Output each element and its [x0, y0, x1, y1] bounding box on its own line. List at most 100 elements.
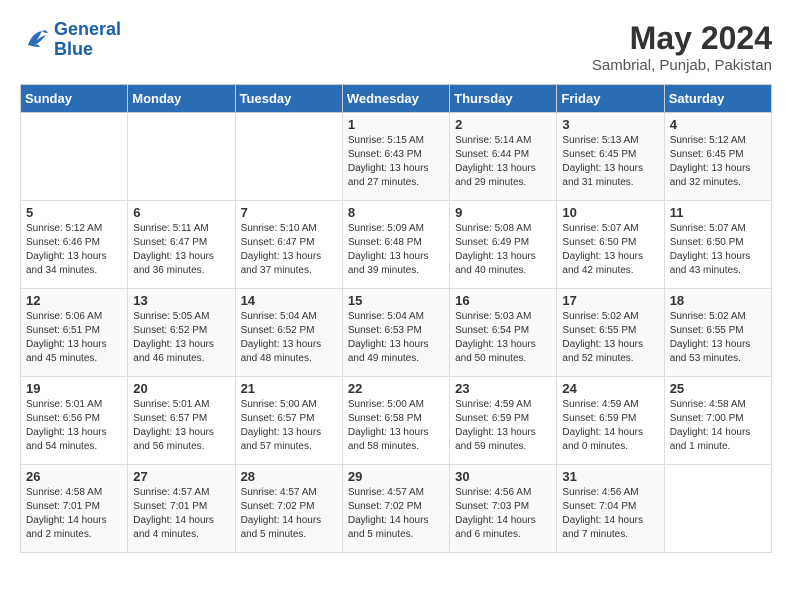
- logo: General Blue: [20, 20, 121, 60]
- day-detail: Sunrise: 5:15 AM Sunset: 6:43 PM Dayligh…: [348, 134, 444, 190]
- calendar-cell: 5 Sunrise: 5:12 AM Sunset: 6:46 PM Daylig…: [21, 201, 128, 289]
- day-number: 13: [133, 293, 229, 308]
- day-detail: Sunrise: 5:10 AM Sunset: 6:47 PM Dayligh…: [241, 222, 337, 278]
- day-number: 2: [455, 117, 551, 132]
- day-number: 3: [562, 117, 658, 132]
- day-detail: Sunrise: 5:14 AM Sunset: 6:44 PM Dayligh…: [455, 134, 551, 190]
- day-number: 31: [562, 469, 658, 484]
- day-detail: Sunrise: 5:12 AM Sunset: 6:46 PM Dayligh…: [26, 222, 122, 278]
- day-number: 19: [26, 381, 122, 396]
- day-detail: Sunrise: 5:04 AM Sunset: 6:53 PM Dayligh…: [348, 310, 444, 366]
- logo-text: General Blue: [54, 20, 121, 60]
- calendar-week-row: 19 Sunrise: 5:01 AM Sunset: 6:56 PM Dayli…: [21, 377, 772, 465]
- day-detail: Sunrise: 4:59 AM Sunset: 6:59 PM Dayligh…: [455, 398, 551, 454]
- day-header-sunday: Sunday: [21, 85, 128, 113]
- calendar-cell: 31 Sunrise: 4:56 AM Sunset: 7:04 PM Dayli…: [557, 465, 664, 553]
- day-number: 21: [241, 381, 337, 396]
- calendar-body: 1 Sunrise: 5:15 AM Sunset: 6:43 PM Daylig…: [21, 113, 772, 553]
- calendar-table: SundayMondayTuesdayWednesdayThursdayFrid…: [20, 84, 772, 553]
- day-detail: Sunrise: 4:56 AM Sunset: 7:03 PM Dayligh…: [455, 486, 551, 542]
- calendar-cell: 1 Sunrise: 5:15 AM Sunset: 6:43 PM Daylig…: [342, 113, 449, 201]
- calendar-cell: [128, 113, 235, 201]
- day-detail: Sunrise: 5:00 AM Sunset: 6:58 PM Dayligh…: [348, 398, 444, 454]
- day-detail: Sunrise: 5:08 AM Sunset: 6:49 PM Dayligh…: [455, 222, 551, 278]
- day-number: 8: [348, 205, 444, 220]
- day-header-tuesday: Tuesday: [235, 85, 342, 113]
- title-block: May 2024 Sambrial, Punjab, Pakistan: [592, 20, 772, 74]
- day-number: 28: [241, 469, 337, 484]
- day-detail: Sunrise: 5:01 AM Sunset: 6:56 PM Dayligh…: [26, 398, 122, 454]
- day-header-thursday: Thursday: [450, 85, 557, 113]
- location-subtitle: Sambrial, Punjab, Pakistan: [592, 57, 772, 74]
- day-detail: Sunrise: 4:58 AM Sunset: 7:01 PM Dayligh…: [26, 486, 122, 542]
- day-detail: Sunrise: 5:01 AM Sunset: 6:57 PM Dayligh…: [133, 398, 229, 454]
- calendar-cell: 26Sunrise: 4:58 AM Sunset: 7:01 PM Dayli…: [21, 465, 128, 553]
- calendar-cell: 15 Sunrise: 5:04 AM Sunset: 6:53 PM Dayli…: [342, 289, 449, 377]
- day-detail: Sunrise: 5:02 AM Sunset: 6:55 PM Dayligh…: [670, 310, 766, 366]
- day-header-monday: Monday: [128, 85, 235, 113]
- calendar-cell: 20 Sunrise: 5:01 AM Sunset: 6:57 PM Dayli…: [128, 377, 235, 465]
- day-number: 11: [670, 205, 766, 220]
- day-detail: Sunrise: 5:07 AM Sunset: 6:50 PM Dayligh…: [670, 222, 766, 278]
- day-detail: Sunrise: 4:58 AM Sunset: 7:00 PM Dayligh…: [670, 398, 766, 454]
- day-number: 4: [670, 117, 766, 132]
- day-number: 15: [348, 293, 444, 308]
- calendar-cell: 4Sunrise: 5:12 AM Sunset: 6:45 PM Daylig…: [664, 113, 771, 201]
- calendar-cell: 8 Sunrise: 5:09 AM Sunset: 6:48 PM Daylig…: [342, 201, 449, 289]
- calendar-cell: 3 Sunrise: 5:13 AM Sunset: 6:45 PM Daylig…: [557, 113, 664, 201]
- day-number: 18: [670, 293, 766, 308]
- day-number: 1: [348, 117, 444, 132]
- calendar-cell: 12 Sunrise: 5:06 AM Sunset: 6:51 PM Dayli…: [21, 289, 128, 377]
- day-number: 23: [455, 381, 551, 396]
- calendar-cell: 10 Sunrise: 5:07 AM Sunset: 6:50 PM Dayli…: [557, 201, 664, 289]
- day-detail: Sunrise: 4:57 AM Sunset: 7:02 PM Dayligh…: [241, 486, 337, 542]
- calendar-cell: 29Sunrise: 4:57 AM Sunset: 7:02 PM Dayli…: [342, 465, 449, 553]
- day-header-friday: Friday: [557, 85, 664, 113]
- day-detail: Sunrise: 4:57 AM Sunset: 7:01 PM Dayligh…: [133, 486, 229, 542]
- day-header-saturday: Saturday: [664, 85, 771, 113]
- calendar-cell: 13 Sunrise: 5:05 AM Sunset: 6:52 PM Dayli…: [128, 289, 235, 377]
- calendar-cell: 24 Sunrise: 4:59 AM Sunset: 6:59 PM Dayli…: [557, 377, 664, 465]
- calendar-cell: 6Sunrise: 5:11 AM Sunset: 6:47 PM Daylig…: [128, 201, 235, 289]
- day-number: 22: [348, 381, 444, 396]
- calendar-cell: 16Sunrise: 5:03 AM Sunset: 6:54 PM Dayli…: [450, 289, 557, 377]
- calendar-cell: 11 Sunrise: 5:07 AM Sunset: 6:50 PM Dayli…: [664, 201, 771, 289]
- calendar-cell: 14Sunrise: 5:04 AM Sunset: 6:52 PM Dayli…: [235, 289, 342, 377]
- day-detail: Sunrise: 5:00 AM Sunset: 6:57 PM Dayligh…: [241, 398, 337, 454]
- day-detail: Sunrise: 4:59 AM Sunset: 6:59 PM Dayligh…: [562, 398, 658, 454]
- calendar-week-row: 5 Sunrise: 5:12 AM Sunset: 6:46 PM Daylig…: [21, 201, 772, 289]
- day-header-wednesday: Wednesday: [342, 85, 449, 113]
- day-detail: Sunrise: 5:05 AM Sunset: 6:52 PM Dayligh…: [133, 310, 229, 366]
- calendar-cell: 19 Sunrise: 5:01 AM Sunset: 6:56 PM Dayli…: [21, 377, 128, 465]
- calendar-cell: 28 Sunrise: 4:57 AM Sunset: 7:02 PM Dayli…: [235, 465, 342, 553]
- calendar-cell: [235, 113, 342, 201]
- calendar-week-row: 12 Sunrise: 5:06 AM Sunset: 6:51 PM Dayli…: [21, 289, 772, 377]
- calendar-cell: 22 Sunrise: 5:00 AM Sunset: 6:58 PM Dayli…: [342, 377, 449, 465]
- day-detail: Sunrise: 5:09 AM Sunset: 6:48 PM Dayligh…: [348, 222, 444, 278]
- day-number: 24: [562, 381, 658, 396]
- day-number: 17: [562, 293, 658, 308]
- day-detail: Sunrise: 4:56 AM Sunset: 7:04 PM Dayligh…: [562, 486, 658, 542]
- day-number: 16: [455, 293, 551, 308]
- calendar-cell: [664, 465, 771, 553]
- calendar-cell: 18 Sunrise: 5:02 AM Sunset: 6:55 PM Dayli…: [664, 289, 771, 377]
- calendar-cell: 9Sunrise: 5:08 AM Sunset: 6:49 PM Daylig…: [450, 201, 557, 289]
- month-year-title: May 2024: [592, 20, 772, 57]
- day-number: 30: [455, 469, 551, 484]
- day-number: 7: [241, 205, 337, 220]
- day-number: 14: [241, 293, 337, 308]
- day-number: 20: [133, 381, 229, 396]
- day-number: 10: [562, 205, 658, 220]
- day-detail: Sunrise: 4:57 AM Sunset: 7:02 PM Dayligh…: [348, 486, 444, 542]
- calendar-cell: 23 Sunrise: 4:59 AM Sunset: 6:59 PM Dayli…: [450, 377, 557, 465]
- calendar-cell: 21 Sunrise: 5:00 AM Sunset: 6:57 PM Dayli…: [235, 377, 342, 465]
- calendar-cell: 25Sunrise: 4:58 AM Sunset: 7:00 PM Dayli…: [664, 377, 771, 465]
- day-detail: Sunrise: 5:13 AM Sunset: 6:45 PM Dayligh…: [562, 134, 658, 190]
- day-number: 5: [26, 205, 122, 220]
- day-detail: Sunrise: 5:06 AM Sunset: 6:51 PM Dayligh…: [26, 310, 122, 366]
- day-detail: Sunrise: 5:11 AM Sunset: 6:47 PM Dayligh…: [133, 222, 229, 278]
- day-number: 27: [133, 469, 229, 484]
- day-number: 12: [26, 293, 122, 308]
- day-detail: Sunrise: 5:07 AM Sunset: 6:50 PM Dayligh…: [562, 222, 658, 278]
- calendar-week-row: 26Sunrise: 4:58 AM Sunset: 7:01 PM Dayli…: [21, 465, 772, 553]
